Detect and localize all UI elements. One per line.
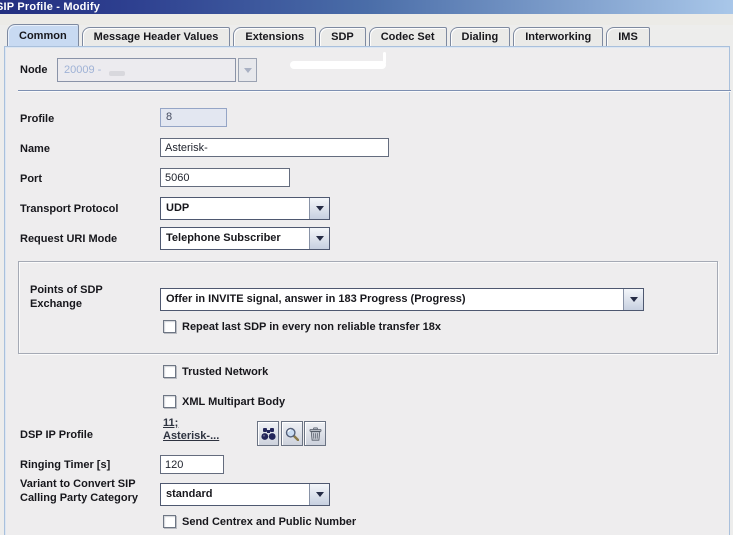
points-of-sdp-exchange-arrow[interactable]: [623, 289, 643, 310]
transport-protocol-arrow[interactable]: [309, 198, 329, 219]
redaction-smudge: [109, 71, 125, 76]
name-input[interactable]: [160, 138, 389, 157]
section-separator: [18, 90, 731, 92]
dsp-ip-profile-delete-button[interactable]: [304, 421, 326, 446]
tab-codec-set[interactable]: Codec Set: [369, 27, 447, 46]
repeat-last-sdp-checkbox-row[interactable]: Repeat last SDP in every non reliable tr…: [163, 320, 441, 334]
request-uri-mode-value: Telephone Subscriber: [161, 228, 309, 249]
tab-sdp[interactable]: SDP: [319, 27, 366, 46]
dsp-ip-profile-link-line2: Asterisk-...: [163, 430, 219, 443]
node-label: Node: [20, 63, 48, 77]
tab-ims[interactable]: IMS: [606, 27, 650, 46]
port-input[interactable]: [160, 168, 290, 187]
variant-convert-cpc-label: Variant to Convert SIP Calling Party Cat…: [20, 477, 152, 505]
tab-message-header-values[interactable]: Message Header Values: [82, 27, 231, 46]
dsp-ip-profile-link-line1: 11;: [163, 417, 219, 430]
binoculars-icon: [261, 427, 276, 441]
dsp-ip-profile-label: DSP IP Profile: [20, 428, 93, 442]
tab-bar: Common Message Header Values Extensions …: [7, 25, 653, 46]
ringing-timer-input[interactable]: [160, 455, 224, 474]
points-of-sdp-exchange-value: Offer in INVITE signal, answer in 183 Pr…: [161, 289, 623, 310]
xml-multipart-body-checkbox-row[interactable]: XML Multipart Body: [163, 395, 285, 409]
tab-extensions[interactable]: Extensions: [233, 27, 316, 46]
request-uri-mode-arrow[interactable]: [309, 228, 329, 249]
trusted-network-checkbox-row[interactable]: Trusted Network: [163, 365, 268, 379]
tab-dialing[interactable]: Dialing: [450, 27, 511, 46]
redaction-overlay-tick: [383, 52, 386, 64]
request-uri-mode-combobox[interactable]: Telephone Subscriber: [160, 227, 330, 250]
dsp-ip-profile-find-button[interactable]: [257, 421, 279, 446]
chevron-down-icon: [244, 68, 252, 73]
repeat-last-sdp-label: Repeat last SDP in every non reliable tr…: [182, 320, 441, 334]
trusted-network-label: Trusted Network: [182, 365, 268, 379]
send-centrex-checkbox-row[interactable]: Send Centrex and Public Number: [163, 515, 356, 529]
dsp-ip-profile-link[interactable]: 11; Asterisk-...: [163, 417, 219, 443]
xml-multipart-body-label: XML Multipart Body: [182, 395, 285, 409]
window-titlebar[interactable]: SIP Profile - Modify: [0, 0, 733, 14]
variant-convert-cpc-value: standard: [161, 484, 309, 505]
points-of-sdp-exchange-combobox[interactable]: Offer in INVITE signal, answer in 183 Pr…: [160, 288, 644, 311]
transport-protocol-value: UDP: [161, 198, 309, 219]
trusted-network-checkbox[interactable]: [163, 365, 176, 378]
repeat-last-sdp-checkbox[interactable]: [163, 320, 176, 333]
xml-multipart-body-checkbox[interactable]: [163, 395, 176, 408]
magnifier-icon: [285, 427, 299, 441]
send-centrex-checkbox[interactable]: [163, 515, 176, 528]
request-uri-mode-label: Request URI Mode: [20, 232, 117, 246]
trash-icon: [309, 427, 322, 441]
variant-convert-cpc-arrow[interactable]: [309, 484, 329, 505]
sip-profile-modify-window: SIP Profile - Modify Common Message Head…: [0, 0, 733, 535]
transport-protocol-combobox[interactable]: UDP: [160, 197, 330, 220]
tab-common[interactable]: Common: [7, 24, 79, 46]
chevron-down-icon: [316, 492, 324, 497]
send-centrex-label: Send Centrex and Public Number: [182, 515, 356, 529]
name-label: Name: [20, 142, 50, 156]
chevron-down-icon: [316, 236, 324, 241]
transport-protocol-label: Transport Protocol: [20, 202, 118, 216]
chevron-down-icon: [630, 297, 638, 302]
tab-interworking[interactable]: Interworking: [513, 27, 603, 46]
variant-convert-cpc-combobox[interactable]: standard: [160, 483, 330, 506]
chevron-down-icon: [316, 206, 324, 211]
ringing-timer-label: Ringing Timer [s]: [20, 458, 110, 472]
titlebar-spacer: [0, 14, 733, 25]
profile-field: 8: [160, 108, 227, 127]
node-combobox: 20009 -: [57, 58, 236, 82]
dsp-ip-profile-view-button[interactable]: [281, 421, 303, 446]
redaction-overlay: [290, 61, 386, 69]
node-combobox-arrow: [238, 58, 257, 82]
points-of-sdp-exchange-label: Points of SDP Exchange: [30, 283, 135, 311]
port-label: Port: [20, 172, 42, 186]
profile-label: Profile: [20, 112, 54, 126]
window-title: SIP Profile - Modify: [0, 1, 100, 13]
